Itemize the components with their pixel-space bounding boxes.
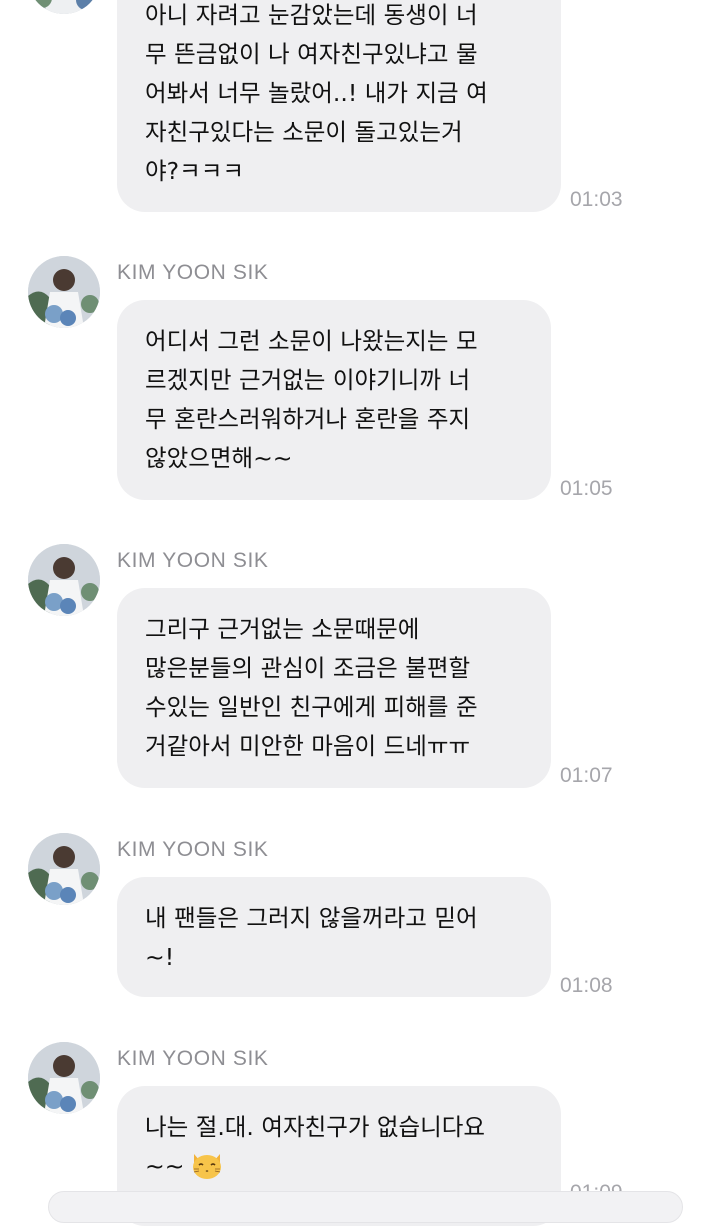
sender-name: KIM YOON SIK [117, 838, 269, 861]
message-text: 나는 절.대. 여자친구가 없습니다요 ~~ [145, 1108, 533, 1186]
avatar[interactable] [28, 256, 100, 328]
sender-name: KIM YOON SIK [117, 549, 269, 572]
avatar[interactable] [28, 544, 100, 616]
message-bubble[interactable]: 아니 자려고 눈감았는데 동생이 너 무 뜬금없이 나 여자친구있냐고 물 어봐… [117, 0, 561, 212]
kissing-cat-emoji-icon [190, 1150, 224, 1180]
message-timestamp: 01:03 [570, 188, 623, 211]
message-bubble[interactable]: 내 팬들은 그러지 않을꺼라고 믿어 ~! [117, 877, 551, 997]
message-timestamp: 01:05 [560, 477, 613, 500]
message-text: 그리구 근거없는 소문때문에 많은분들의 관심이 조금은 불편할 수있는 일반인… [145, 615, 478, 760]
message-input-bar[interactable] [48, 1191, 683, 1223]
message-text: 아니 자려고 눈감았는데 동생이 너 무 뜬금없이 나 여자친구있냐고 물 어봐… [145, 1, 488, 185]
message-timestamp: 01:07 [560, 764, 613, 787]
avatar[interactable] [28, 1042, 100, 1114]
message-bubble[interactable]: 그리구 근거없는 소문때문에 많은분들의 관심이 조금은 불편할 수있는 일반인… [117, 588, 551, 788]
message-text: 내 팬들은 그러지 않을꺼라고 믿어 ~! [145, 904, 478, 971]
message-text: 어디서 그런 소문이 나왔는지는 모 르겠지만 근거없는 이야기니까 너 무 혼… [145, 327, 478, 472]
message-bubble[interactable]: 어디서 그런 소문이 나왔는지는 모 르겠지만 근거없는 이야기니까 너 무 혼… [117, 300, 551, 500]
avatar[interactable] [28, 0, 100, 14]
avatar[interactable] [28, 833, 100, 905]
sender-name: KIM YOON SIK [117, 1047, 269, 1070]
message-timestamp: 01:08 [560, 974, 613, 997]
sender-name: KIM YOON SIK [117, 261, 269, 284]
